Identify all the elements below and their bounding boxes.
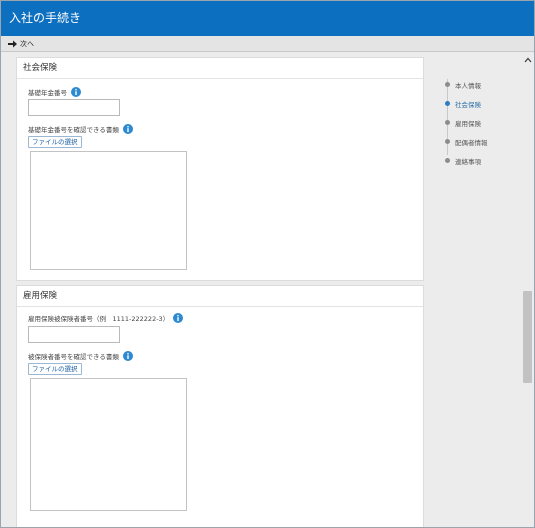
step-dot bbox=[445, 158, 450, 163]
social-insurance-section: 社会保険 基礎年金番号 基礎年金番号を確認できる書類 ファイルの選択 bbox=[16, 57, 424, 281]
step-dot bbox=[445, 139, 450, 144]
pension-number-label: 基礎年金番号 bbox=[28, 89, 67, 97]
section-title: 社会保険 bbox=[17, 58, 423, 79]
info-icon[interactable] bbox=[122, 124, 133, 134]
arrow-right-icon bbox=[8, 40, 17, 48]
step-navigator: 本人情報 社会保険 雇用保険 配偶者情報 連絡事項 bbox=[443, 75, 523, 170]
scrollbar-thumb[interactable] bbox=[523, 291, 532, 383]
app-header: 入社の手続き bbox=[1, 1, 534, 36]
insured-number-input[interactable] bbox=[28, 326, 120, 343]
step-label: 社会保険 bbox=[455, 100, 481, 109]
insured-number-label: 雇用保険被保険者番号（例 1111-222222-3） bbox=[28, 315, 170, 323]
employment-insurance-section: 雇用保険 雇用保険被保険者番号（例 1111-222222-3） 被保険者番号を… bbox=[16, 285, 424, 527]
info-icon[interactable] bbox=[71, 87, 81, 97]
insured-doc-label: 被保険者番号を確認できる書類 bbox=[28, 353, 119, 361]
file-select-button[interactable]: ファイルの選択 bbox=[28, 363, 82, 375]
pension-doc-label-row: 基礎年金番号を確認できる書類 bbox=[28, 124, 133, 134]
next-button-label: 次へ bbox=[20, 39, 34, 48]
insured-doc-label-row: 被保険者番号を確認できる書類 bbox=[28, 351, 133, 361]
info-icon[interactable] bbox=[173, 313, 184, 323]
app-window: 入社の手続き 次へ 社会保険 基礎年金番号 基礎年金番号を確認できる書類 ファイ… bbox=[0, 0, 535, 528]
file-preview-area[interactable] bbox=[30, 378, 187, 511]
file-preview-area[interactable] bbox=[30, 151, 187, 270]
step-label: 本人情報 bbox=[455, 81, 481, 90]
info-icon[interactable] bbox=[122, 351, 133, 361]
step-dot bbox=[445, 82, 450, 87]
section-title: 雇用保険 bbox=[17, 286, 423, 307]
pension-number-input[interactable] bbox=[28, 99, 120, 116]
main-content: 社会保険 基礎年金番号 基礎年金番号を確認できる書類 ファイルの選択 雇用保険 … bbox=[1, 53, 534, 527]
pension-doc-label: 基礎年金番号を確認できる書類 bbox=[28, 126, 119, 134]
step-dot bbox=[445, 101, 450, 106]
step-item[interactable]: 連絡事項 bbox=[443, 151, 523, 170]
vertical-scrollbar[interactable] bbox=[522, 53, 534, 527]
chevron-up-icon[interactable] bbox=[522, 55, 534, 65]
toolbar: 次へ bbox=[1, 36, 534, 52]
step-dot bbox=[445, 120, 450, 125]
step-item-active[interactable]: 社会保険 bbox=[443, 94, 523, 113]
app-title: 入社の手続き bbox=[9, 11, 82, 25]
step-label: 雇用保険 bbox=[455, 119, 481, 128]
step-item[interactable]: 雇用保険 bbox=[443, 113, 523, 132]
next-button[interactable]: 次へ bbox=[8, 39, 34, 49]
step-label: 配偶者情報 bbox=[455, 138, 488, 147]
step-item[interactable]: 本人情報 bbox=[443, 75, 523, 94]
insured-number-label-row: 雇用保険被保険者番号（例 1111-222222-3） bbox=[28, 313, 184, 323]
step-item[interactable]: 配偶者情報 bbox=[443, 132, 523, 151]
pension-number-label-row: 基礎年金番号 bbox=[28, 87, 81, 97]
file-select-button[interactable]: ファイルの選択 bbox=[28, 136, 82, 148]
step-label: 連絡事項 bbox=[455, 157, 481, 166]
